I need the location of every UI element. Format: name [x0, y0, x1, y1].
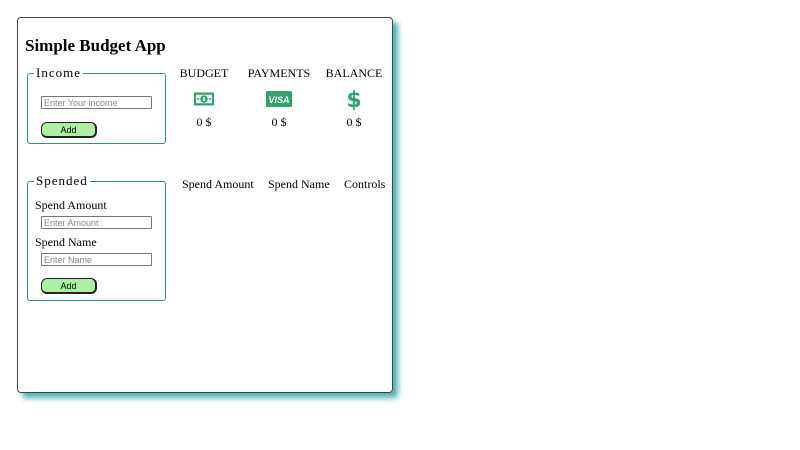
payments-value: 0 $ — [271, 115, 287, 129]
svg-text:$: $ — [347, 88, 361, 111]
payments-label: PAYMENTS — [247, 66, 311, 80]
payments-stat: PAYMENTS VISA 0 $ — [244, 66, 314, 130]
spend-name-label: Spend Name — [35, 235, 97, 249]
visa-card-icon: VISA — [244, 87, 314, 111]
money-bill-icon — [169, 87, 239, 111]
budget-app-panel: Simple Budget App Income Add BUDGET 0 $ … — [17, 17, 393, 393]
income-form: Income Add — [27, 66, 166, 144]
dollar-sign-icon: $ — [319, 87, 389, 113]
svg-text:VISA: VISA — [268, 95, 289, 105]
add-spend-button[interactable]: Add — [41, 278, 97, 294]
app-title: Simple Budget App — [25, 36, 166, 55]
spend-amount-label: Spend Amount — [35, 198, 107, 212]
column-header-spend-name: Spend Name — [268, 177, 330, 191]
spend-amount-input[interactable] — [41, 216, 152, 229]
spend-name-input[interactable] — [41, 253, 152, 266]
balance-stat: BALANCE $ 0 $ — [319, 66, 389, 130]
budget-value: 0 $ — [196, 115, 212, 129]
spend-form: Spended Spend Amount Spend Name Add — [27, 174, 166, 301]
column-header-spend-amount: Spend Amount — [182, 177, 254, 191]
column-header-controls: Controls — [344, 177, 386, 191]
budget-label: BUDGET — [179, 66, 229, 80]
income-legend: Income — [36, 65, 81, 80]
add-income-button[interactable]: Add — [41, 122, 97, 138]
balance-value: 0 $ — [346, 115, 362, 129]
spend-legend: Spended — [36, 173, 88, 188]
income-input[interactable] — [41, 96, 152, 109]
budget-stat: BUDGET 0 $ — [169, 66, 239, 130]
balance-label: BALANCE — [325, 66, 383, 80]
